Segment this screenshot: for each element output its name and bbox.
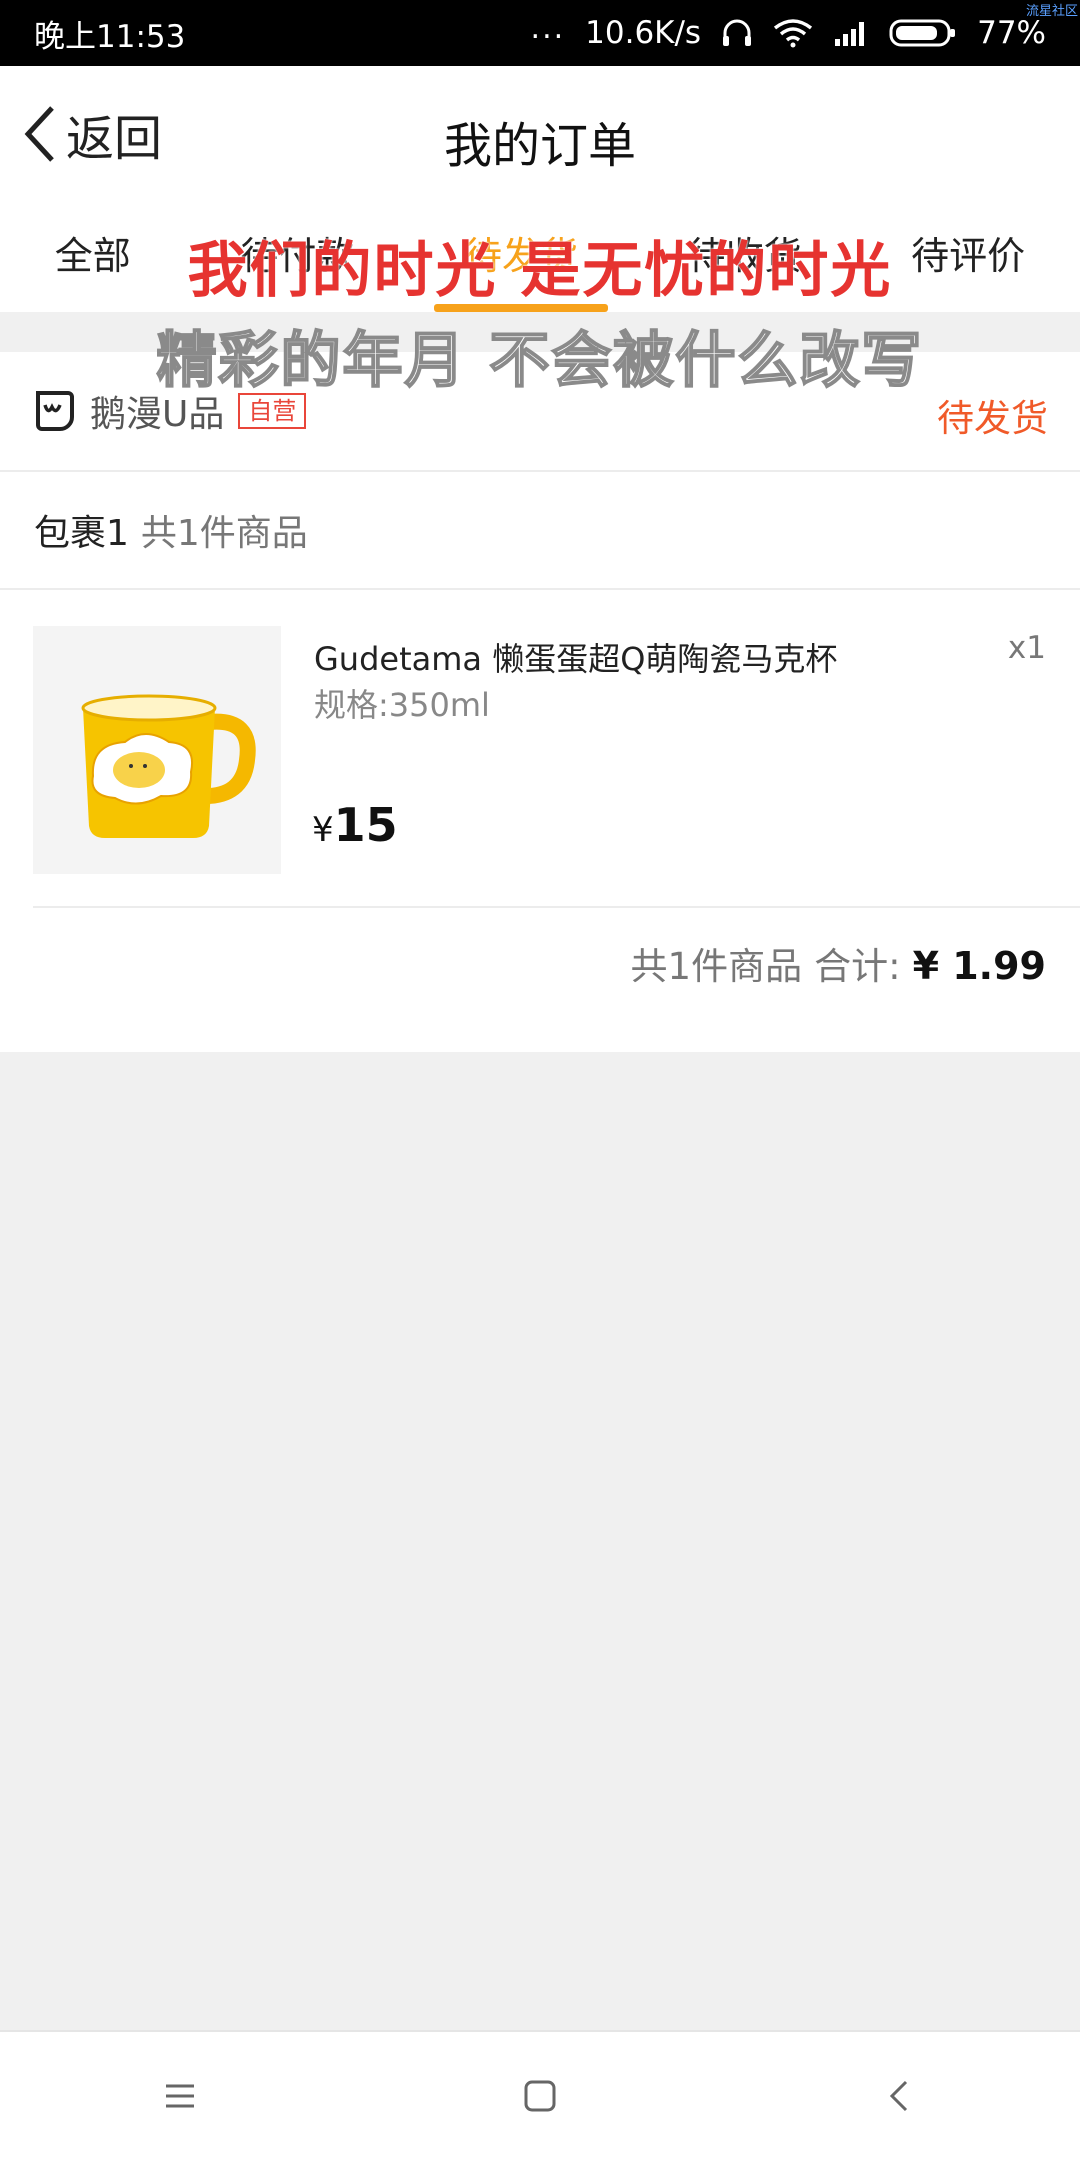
more-dots: ... xyxy=(530,10,566,46)
price-value: 15 xyxy=(333,798,398,852)
product-quantity: x1 xyxy=(1007,630,1046,666)
order-summary: 共1件商品 合计: ¥ 1.99 xyxy=(631,936,1046,996)
home-icon xyxy=(524,2080,556,2112)
menu-icon xyxy=(166,2084,194,2108)
order-item[interactable]: Gudetama 懒蛋蛋超Q萌陶瓷马克杯 规格:350ml x1 ¥15 xyxy=(0,590,1080,874)
product-spec: 规格:350ml xyxy=(314,686,490,724)
product-title[interactable]: Gudetama 懒蛋蛋超Q萌陶瓷马克杯 xyxy=(314,634,837,680)
corner-tag: 流星社区 xyxy=(1025,4,1078,19)
currency-symbol: ¥ xyxy=(312,810,334,850)
battery-icon xyxy=(889,19,956,47)
package-row: 包裹1 共1件商品 xyxy=(0,472,1080,590)
wifi-icon xyxy=(774,19,813,48)
total-amount: ¥ 1.99 xyxy=(912,944,1046,988)
order-card[interactable]: 鹅漫U品 自营 待发货 包裹1 共1件商品 Gudetama 懒蛋蛋超Q萌陶瓷马… xyxy=(0,352,1080,1052)
mug-icon xyxy=(33,626,281,874)
product-price: ¥15 xyxy=(312,798,398,852)
product-thumbnail[interactable] xyxy=(33,626,281,874)
headset-icon xyxy=(723,19,752,46)
screen: 晚上11:53 ... 10.6K/s 77% 流星社区 返回 我的订单 全部 … xyxy=(0,0,1080,2160)
subtitle-line-1: 我们的时光 是无忧的时光 xyxy=(187,236,893,306)
battery-percent: 77% xyxy=(977,15,1046,51)
divider xyxy=(33,906,1080,908)
page-title: 我的订单 xyxy=(443,118,636,174)
package-count: 共1件商品 xyxy=(140,513,308,554)
status-icons: ... 10.6K/s 77% xyxy=(531,11,1046,52)
total-label: 合计: xyxy=(814,945,901,988)
status-bar: 晚上11:53 ... 10.6K/s 77% 流星社区 xyxy=(0,0,1080,66)
navigation-bar xyxy=(0,2030,1080,2160)
status-time: 晚上11:53 xyxy=(34,18,186,55)
nav-back-button[interactable] xyxy=(860,2056,940,2136)
package-name: 包裹1 xyxy=(34,513,129,554)
menu-button[interactable] xyxy=(140,2056,220,2136)
home-button[interactable] xyxy=(500,2056,580,2136)
summary-count: 共1件商品 xyxy=(630,945,803,988)
signal-icon xyxy=(835,22,865,46)
subtitle-line-2: 精彩的年月 不会被什么改写 xyxy=(156,325,924,397)
network-speed: 10.6K/s xyxy=(585,15,702,51)
title-bar: 返回 我的订单 xyxy=(0,66,1080,206)
back-icon xyxy=(889,2080,908,2112)
